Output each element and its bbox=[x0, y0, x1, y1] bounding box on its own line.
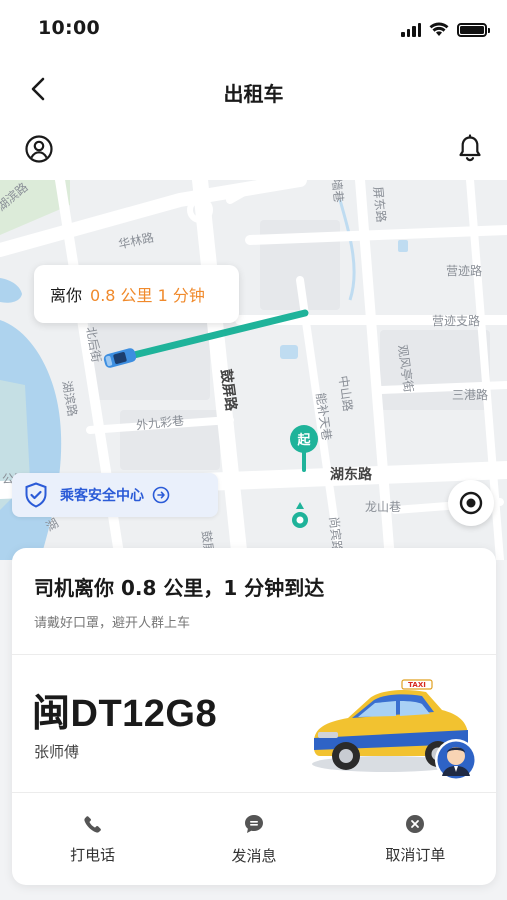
bell-icon[interactable] bbox=[455, 133, 485, 163]
distance-value: 0.8 公里 1 分钟 bbox=[90, 286, 205, 305]
map[interactable]: 起 华林路 北后街 湖滨路 外九彩巷 鼓屏路 能补天巷 中山路 湖东路 龙山巷 … bbox=[0, 180, 507, 560]
road-label: 营迹支路 bbox=[432, 314, 481, 328]
safety-center-label: 乘客安全中心 bbox=[60, 488, 144, 504]
locate-icon bbox=[459, 491, 483, 515]
phone-icon bbox=[84, 815, 101, 833]
page-title: 出租车 bbox=[223, 82, 284, 106]
taxi-illustration: TAXI bbox=[312, 679, 477, 781]
eta-title: 司机离你 0.8 公里，1 分钟到达 bbox=[34, 576, 325, 600]
message-button[interactable]: 发消息 bbox=[173, 793, 334, 885]
close-circle-icon bbox=[406, 814, 425, 833]
eta-tip: 请戴好口罩，避开人群上车 bbox=[34, 616, 191, 631]
distance-prefix: 离你 bbox=[50, 286, 83, 305]
trip-panel: 司机离你 0.8 公里，1 分钟到达 请戴好口罩，避开人群上车 闽DT12G8 … bbox=[12, 548, 496, 885]
taxi-sign-label: TAXI bbox=[408, 681, 426, 689]
status-icons bbox=[401, 22, 490, 37]
arrow-right-circle-icon bbox=[152, 486, 170, 504]
safety-center-button[interactable]: 乘客安全中心 bbox=[12, 473, 218, 517]
road-label: 营迹路 bbox=[446, 264, 483, 278]
status-time: 10:00 bbox=[38, 17, 100, 39]
nav-bar: 出租车 bbox=[0, 56, 507, 126]
signal-icon bbox=[401, 22, 421, 37]
driver-name: 张师傅 bbox=[34, 743, 80, 761]
battery-icon bbox=[457, 22, 490, 37]
call-label: 打电话 bbox=[70, 845, 116, 864]
distance-bubble: 离你 0.8 公里 1 分钟 bbox=[34, 265, 239, 323]
profile-icon[interactable] bbox=[24, 134, 54, 164]
status-bar: 10:00 bbox=[0, 0, 507, 56]
locate-button[interactable] bbox=[448, 480, 494, 526]
license-plate: 闽DT12G8 bbox=[32, 693, 218, 735]
shield-icon bbox=[25, 482, 47, 508]
divider bbox=[12, 654, 496, 655]
call-button[interactable]: 打电话 bbox=[12, 793, 173, 885]
road-label: 龙山巷 bbox=[365, 500, 402, 514]
top-tools bbox=[0, 126, 507, 180]
pickup-pin-label: 起 bbox=[296, 432, 311, 448]
action-bar: 打电话 发消息 取消订单 bbox=[12, 793, 496, 885]
wifi-icon bbox=[429, 22, 449, 36]
pickup-pin-icon: 起 bbox=[290, 425, 318, 472]
message-label: 发消息 bbox=[231, 846, 277, 865]
road-label: 湖东路 bbox=[330, 467, 372, 483]
road-label: 屏东路 bbox=[370, 185, 389, 224]
cancel-order-label: 取消订单 bbox=[385, 845, 446, 864]
cancel-order-button[interactable]: 取消订单 bbox=[335, 793, 496, 885]
message-icon bbox=[244, 814, 263, 833]
road-label: 三港路 bbox=[452, 388, 489, 402]
road-label: 墙巷 bbox=[329, 180, 346, 204]
